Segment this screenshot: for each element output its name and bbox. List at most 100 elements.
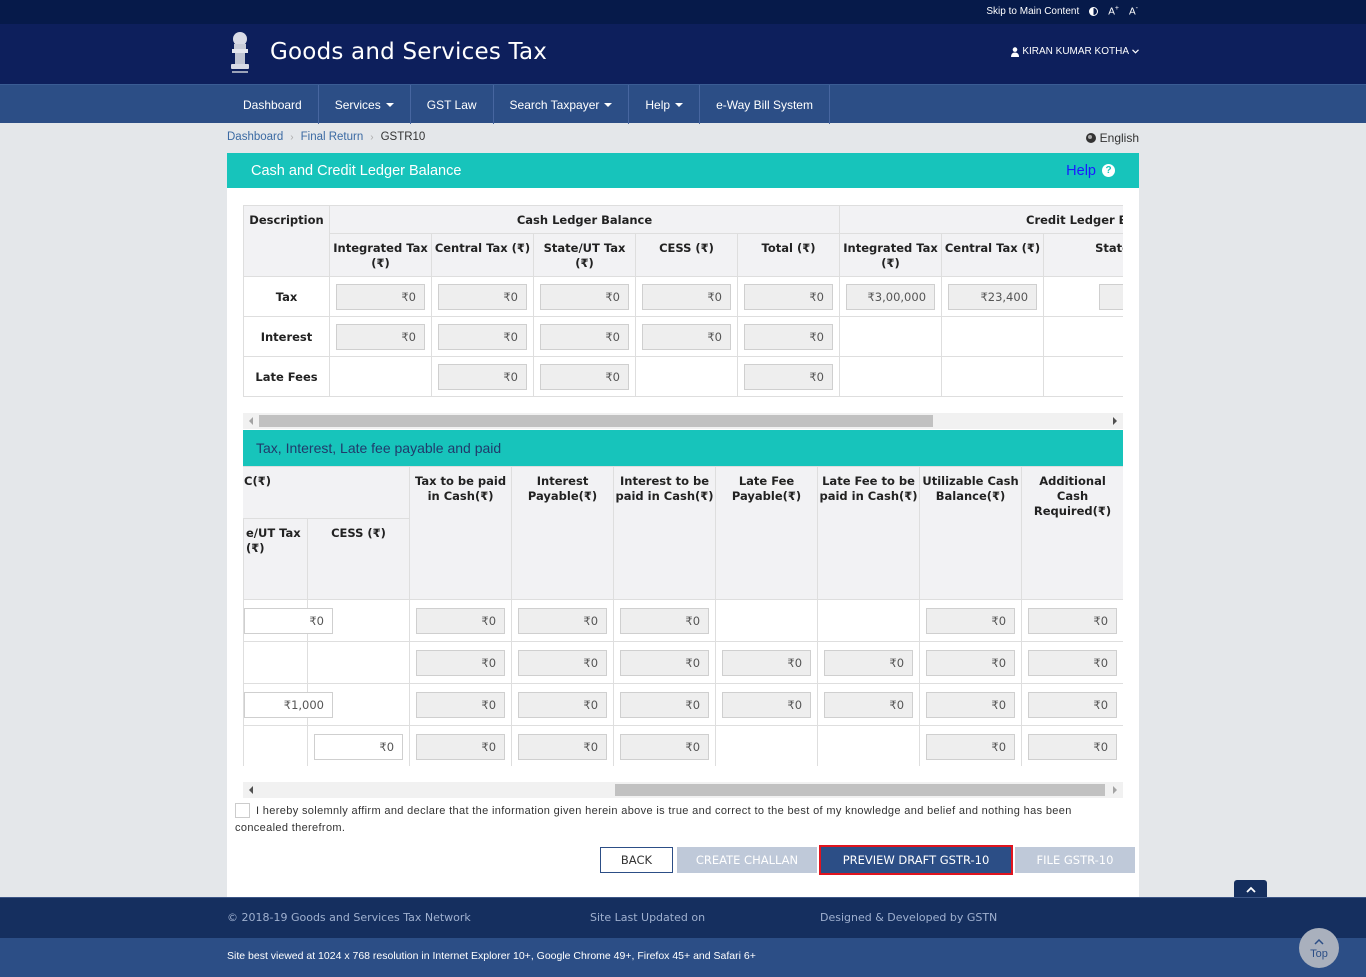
col-header-tax-to-be-paid-cash: Tax to be paid in Cash(₹) [409,466,513,600]
payable-cell: ₹1,000 [243,683,333,726]
payable-cell: ₹0 [613,641,717,684]
payable-cell: ₹0 [1021,641,1123,684]
amount-readonly-field: ₹0 [926,607,1016,634]
breadcrumb-current: GSTR10 [380,131,426,143]
payable-cell [243,641,308,684]
amount-readonly-field: ₹0 [518,649,608,676]
font-decrease-sup: - [1135,5,1138,12]
payable-cell: ₹0 [1021,599,1123,642]
scroll-top-tab[interactable] [1234,880,1267,898]
payable-cell: ₹0 [409,725,513,766]
payable-cell: ₹0 [409,683,513,726]
ledger-cell [941,356,1045,397]
chevron-up-icon [1314,938,1324,945]
payable-cell: ₹0 [613,725,717,766]
amount-readonly-field: ₹0 [620,733,710,760]
scroll-left-arrow-icon[interactable] [249,417,253,425]
back-button[interactable]: BACK [600,847,673,873]
amount-input[interactable]: ₹1,000 [244,691,333,718]
skip-to-main-content-link[interactable]: Skip to Main Content [986,6,1079,17]
breadcrumb-final-return[interactable]: Final Return [301,131,364,143]
payable-table-wrapper: C(₹) Tax to be paid in Cash(₹) Interest … [243,466,1123,766]
user-menu[interactable]: KIRAN KUMAR KOTHA [1011,46,1139,57]
site-title[interactable]: Goods and Services Tax [270,39,547,65]
contrast-icon[interactable] [1089,6,1099,16]
nav-item-e-way-bill-system[interactable]: e-Way Bill System [700,85,830,124]
nav-item-dashboard[interactable]: Dashboard [227,85,319,124]
ledger-cell: ₹0 [736,316,841,357]
nav-item-label: e-Way Bill System [716,97,813,112]
ledger-cell: ₹0 [431,356,534,397]
col-header-cess: CESS (₹) [306,518,411,600]
nav-item-search-taxpayer[interactable]: Search Taxpayer [494,85,630,124]
amount-input[interactable]: ₹0 [244,607,333,634]
amount-readonly-field: ₹0 [620,649,710,676]
ledger-cell [941,316,1045,357]
nav-item-label: GST Law [426,97,477,112]
scroll-right-arrow-icon[interactable] [1113,786,1117,794]
footer-copyright: © 2018-19 Goods and Services Tax Network [227,911,471,924]
ledger-horizontal-scrollbar[interactable] [243,413,1123,429]
group-header-cash-ledger: Cash Ledger Balance [328,205,841,234]
ledger-cell: ₹0 [533,356,636,397]
national-emblem-logo[interactable] [226,30,254,76]
amount-readonly-field: ₹0 [620,691,710,718]
payable-horizontal-scrollbar[interactable] [243,782,1123,798]
ledger-cell [839,316,943,357]
breadcrumb-dashboard[interactable]: Dashboard [227,131,283,143]
amount-readonly-field: ₹0 [336,323,425,350]
ledger-col-header: CESS (₹) [635,233,738,277]
ledger-table-wrapper: Description Cash Ledger Balance Credit L… [243,205,1123,397]
ledger-cell: ₹0 [635,276,738,317]
ledger-cell: ₹0 [533,316,636,357]
amount-readonly-field: ₹0 [620,607,710,634]
amount-readonly-field: ₹0 [416,607,506,634]
globe-icon [1085,133,1096,143]
create-challan-button[interactable]: CREATE CHALLAN [677,847,817,873]
ledger-cell: ₹3,00,000 [839,276,943,317]
amount-readonly-field: ₹23,400 [948,283,1038,310]
amount-readonly-field: ₹0 [1028,691,1118,718]
scrollbar-thumb[interactable] [615,784,1105,796]
payable-cell [243,725,308,766]
nav-item-help[interactable]: Help [629,85,701,124]
nav-item-gst-law[interactable]: GST Law [411,85,494,124]
row-label: Interest [243,316,330,357]
footer-top: © 2018-19 Goods and Services Tax Network… [0,897,1366,938]
language-label: English [1099,131,1139,145]
payable-cell: ₹0 [919,725,1023,766]
amount-input[interactable]: ₹0 [314,733,404,760]
chevron-up-icon [1245,886,1256,893]
language-selector[interactable]: English [1085,131,1139,145]
ledger-cell: ₹0 [736,356,841,397]
group-header-itc-partial: C(₹) [243,466,411,519]
font-decrease-button[interactable]: A- [1129,5,1138,17]
font-increase-button[interactable]: A+ [1108,5,1119,17]
ledger-cell: ₹0 [329,316,432,357]
user-name: KIRAN KUMAR KOTHA [1022,46,1129,57]
nav-item-services[interactable]: Services [319,85,411,124]
file-gstr10-button[interactable]: FILE GSTR-10 [1015,847,1135,873]
main-navbar: Dashboard Services GST Law Search Taxpayer H… [0,84,1366,124]
caret-down-icon [604,102,613,107]
back-to-top-button[interactable]: Top [1299,928,1339,968]
chevron-down-icon [1132,49,1139,54]
scroll-left-arrow-icon[interactable] [249,786,253,794]
payable-cell: ₹0 [919,599,1023,642]
scrollbar-thumb[interactable] [259,415,933,427]
scroll-right-arrow-icon[interactable] [1113,417,1117,425]
payable-cell: ₹0 [306,725,411,766]
ledger-cell: ₹0 [431,316,534,357]
amount-readonly-field: ₹0 [438,363,527,390]
amount-readonly-field: ₹0 [642,323,731,350]
preview-draft-gstr10-button[interactable]: PREVIEW DRAFT GSTR-10 [819,845,1013,875]
amount-readonly-field: ₹0 [540,283,629,310]
amount-readonly-field: ₹0 [416,733,506,760]
declaration-checkbox[interactable] [235,803,250,818]
help-link[interactable]: Help ? [1066,163,1115,179]
ledger-cell [329,356,432,397]
amount-readonly-field: ₹0 [1028,607,1118,634]
payable-cell: ₹0 [511,683,615,726]
payable-row: ₹1,000 ₹0 ₹0 ₹0 ₹0 ₹0 ₹0 ₹0 [243,683,1123,726]
col-header-late-fee-payable: Late Fee Payable(₹) [715,466,819,600]
